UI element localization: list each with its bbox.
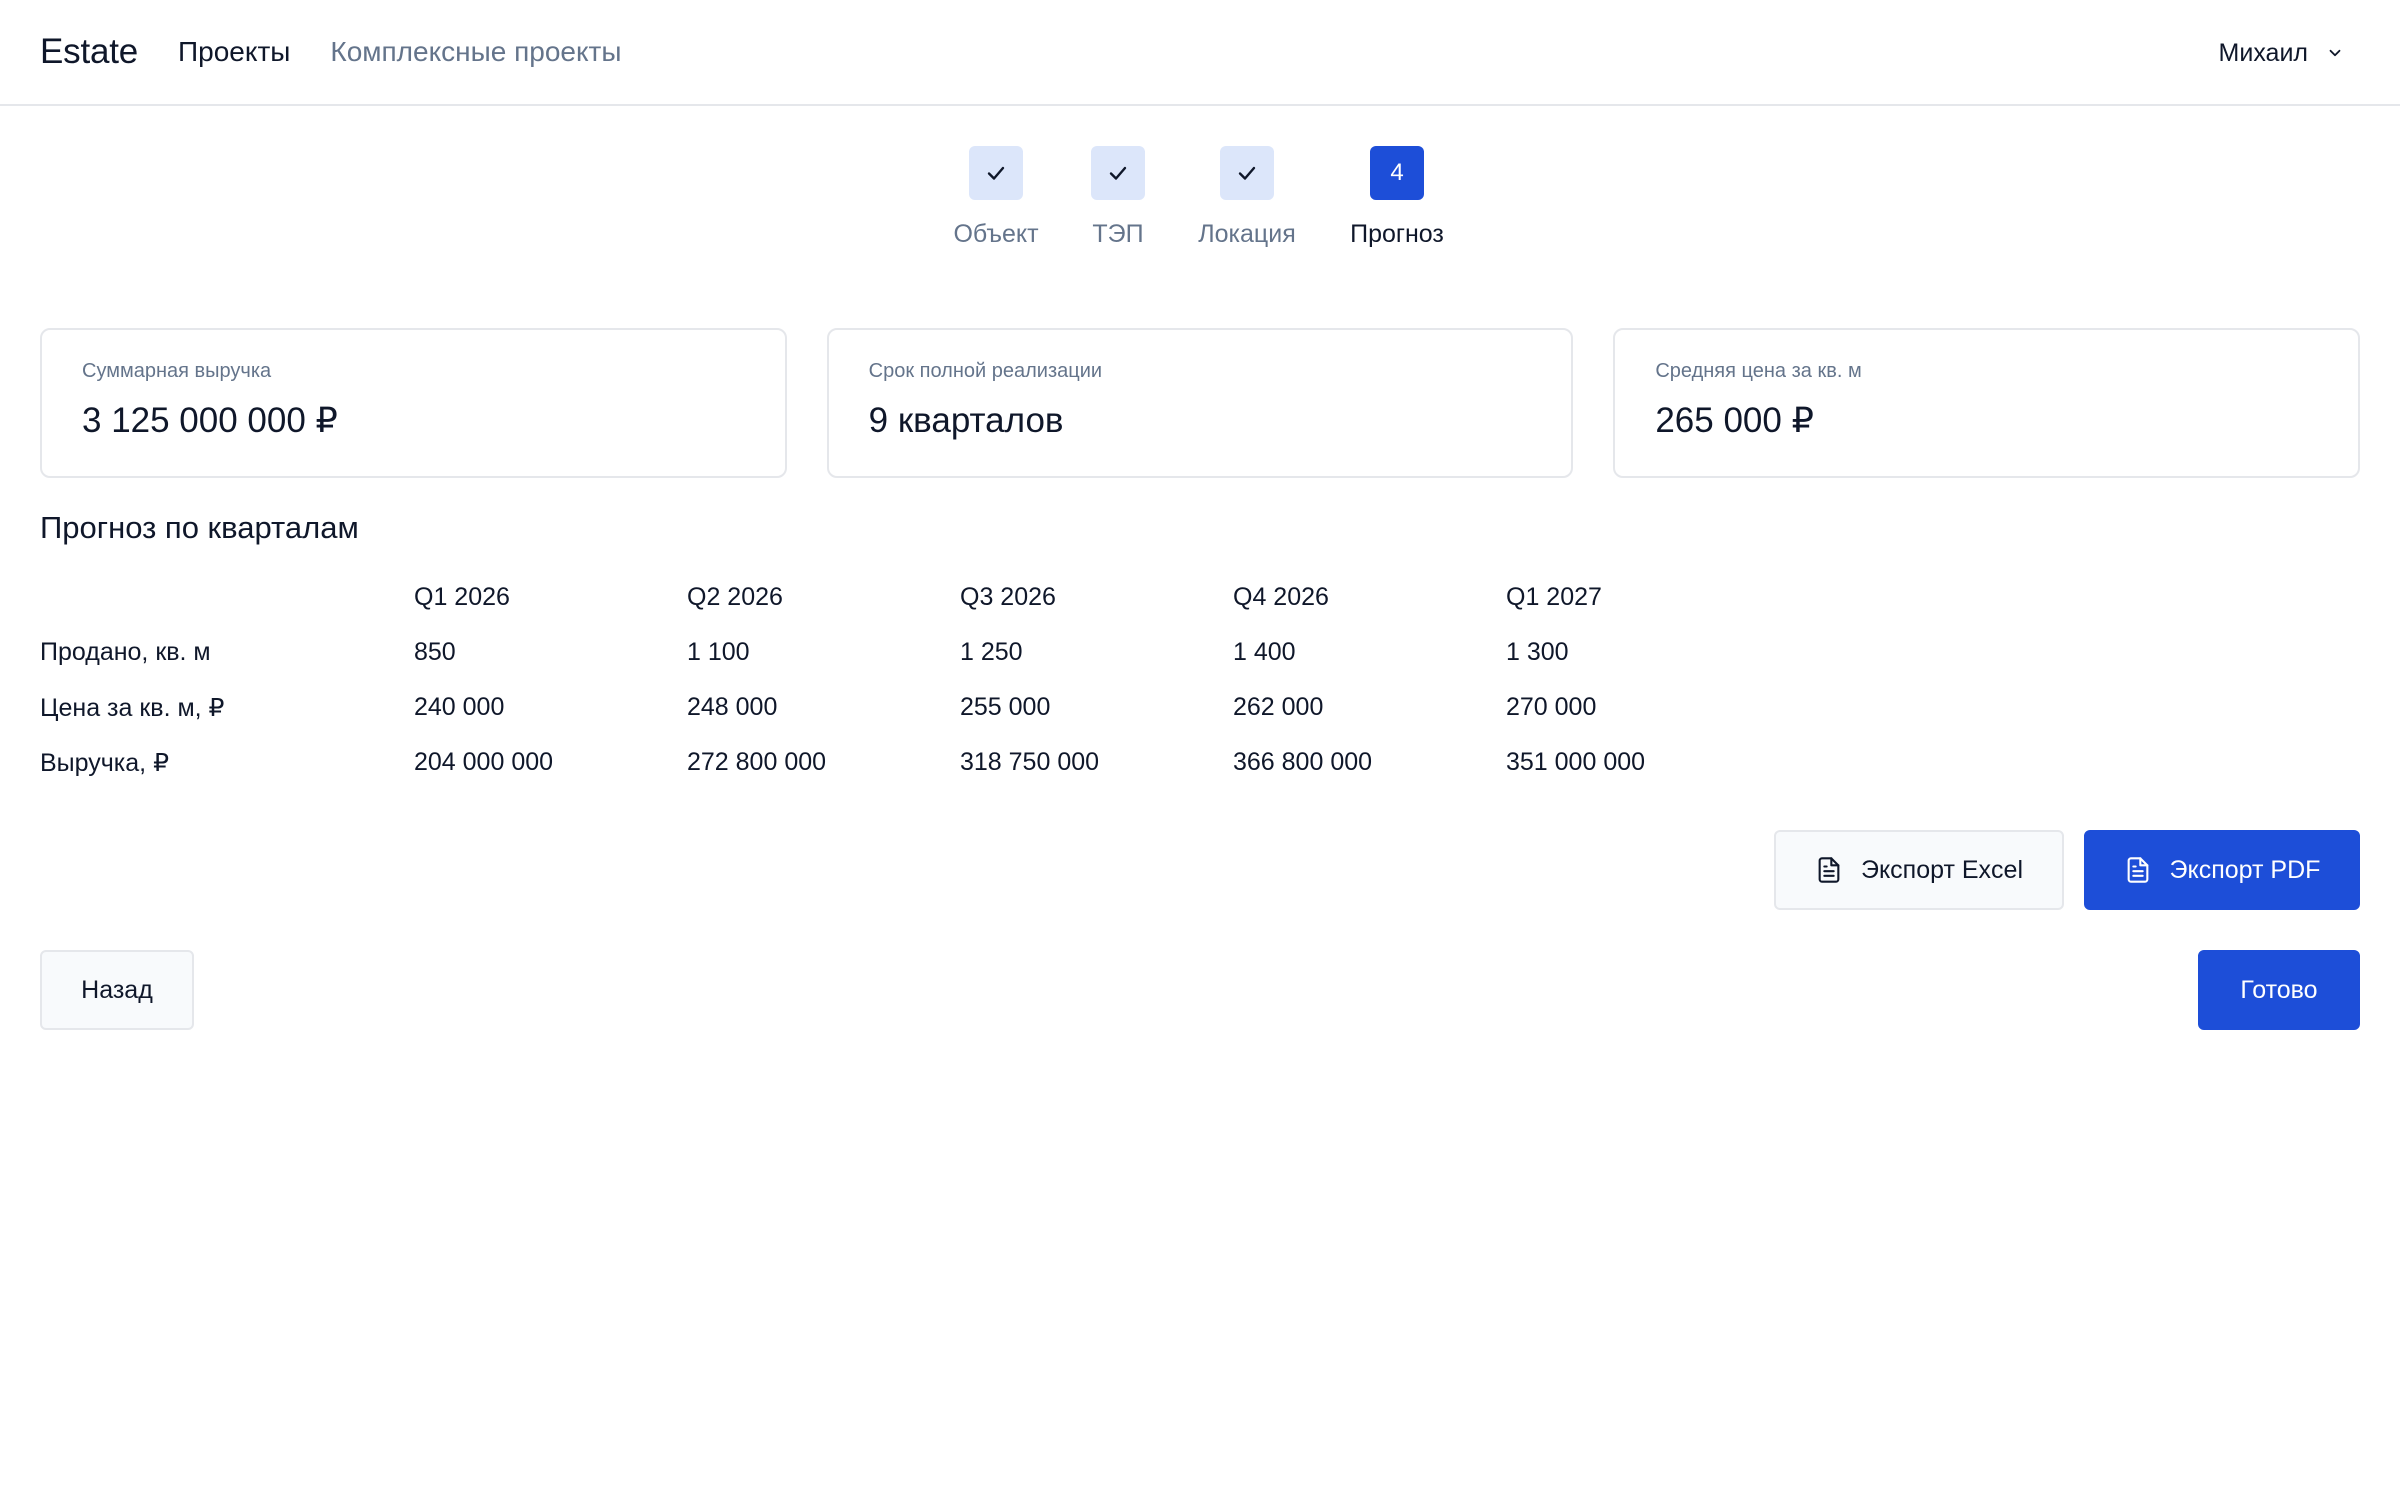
table-header-empty: [40, 570, 414, 625]
table-header-cell: Q4 2026: [1233, 583, 1329, 611]
table-row: Цена за кв. м, ₽ 240 000 248 000 255 000…: [40, 680, 1779, 735]
brand-logo[interactable]: Estate: [40, 32, 138, 72]
table-cell: 351 000 000: [1506, 748, 1646, 776]
table-cell: 366 800 000: [1233, 748, 1373, 776]
chevron-down-icon: [2329, 49, 2341, 57]
stat-label: Суммарная выручка: [82, 360, 272, 382]
table-header-row: Q1 2026 Q2 2026 Q3 2026 Q4 2026 Q1 2027: [40, 570, 1779, 625]
step-tep-box: [1091, 146, 1145, 200]
step-object-label: Объект: [953, 220, 1039, 248]
table-cell: 262 000: [1233, 693, 1324, 721]
app-header: Estate Проекты Комплексные проекты Михаи…: [0, 0, 2400, 106]
section-title-forecast: Прогноз по кварталам: [40, 510, 359, 545]
step-location-label: Локация: [1198, 220, 1296, 248]
table-cell: 850: [414, 638, 456, 666]
table-cell: 1 400: [1233, 638, 1296, 666]
stat-value: 265 000 ₽: [1655, 401, 1814, 440]
stat-label: Срок полной реализации: [868, 360, 1103, 382]
done-button-label: Готово: [2240, 975, 2318, 1004]
user-name: Михаил: [2218, 38, 2308, 67]
export-excel-label: Экспорт Excel: [1860, 855, 2023, 884]
user-menu[interactable]: Михаил: [2219, 0, 2344, 106]
summary-cards: Суммарная выручка 3 125 000 000 ₽ Срок п…: [40, 328, 2361, 478]
table-cell: 1 300: [1506, 638, 1569, 666]
stat-value: 9 кварталов: [868, 401, 1064, 440]
table-cell: 318 750 000: [960, 748, 1100, 776]
export-pdf-button[interactable]: Экспорт PDF: [2084, 830, 2360, 910]
file-text-icon: [2127, 857, 2148, 883]
back-button[interactable]: Назад: [40, 950, 194, 1030]
nav-link-complex-projects[interactable]: Комплексные проекты: [330, 36, 621, 68]
forecast-table: Q1 2026 Q2 2026 Q3 2026 Q4 2026 Q1 2027 …: [40, 570, 1779, 790]
export-pdf-label: Экспорт PDF: [2169, 855, 2321, 884]
stat-label: Средняя цена за кв. м: [1655, 360, 1862, 382]
check-icon: [1109, 166, 1127, 180]
table-cell: 270 000: [1506, 693, 1597, 721]
stat-value: 3 125 000 000 ₽: [82, 401, 338, 440]
file-text-icon: [1818, 857, 1840, 883]
step-tep[interactable]: ТЭП: [1080, 146, 1156, 249]
step-object[interactable]: Объект: [953, 146, 1039, 249]
row-label: Продано, кв. м: [40, 638, 211, 666]
stat-card-full-sale-term: Срок полной реализации 9 кварталов: [826, 328, 1574, 478]
back-button-label: Назад: [81, 975, 153, 1004]
table-cell: 204 000 000: [414, 748, 554, 776]
export-excel-button[interactable]: Экспорт Excel: [1774, 830, 2064, 910]
step-forecast-label: Прогноз: [1350, 220, 1444, 248]
done-button[interactable]: Готово: [2198, 950, 2360, 1030]
table-cell: 240 000: [414, 693, 505, 721]
table-cell: 248 000: [687, 693, 778, 721]
table-cell: 255 000: [960, 693, 1051, 721]
check-icon: [987, 166, 1005, 180]
table-header-cell: Q3 2026: [960, 583, 1056, 611]
table-header-cell: Q2 2026: [687, 583, 783, 611]
step-forecast[interactable]: 4 Прогноз: [1347, 146, 1447, 249]
nav-link-projects[interactable]: Проекты: [178, 36, 290, 68]
table-cell: 272 800 000: [687, 748, 827, 776]
table-row: Выручка, ₽ 204 000 000 272 800 000 318 7…: [40, 735, 1779, 790]
check-icon: [1238, 166, 1256, 180]
table-header-cell: Q1 2027: [1506, 583, 1602, 611]
row-label: Выручка, ₽: [40, 748, 169, 777]
step-tep-label: ТЭП: [1092, 220, 1144, 248]
step-location[interactable]: Локация: [1197, 146, 1297, 249]
table-row: Продано, кв. м 850 1 100 1 250 1 400 1 3…: [40, 625, 1779, 680]
row-label: Цена за кв. м, ₽: [40, 693, 225, 722]
step-object-box: [969, 146, 1023, 200]
stat-card-avg-price: Средняя цена за кв. м 265 000 ₽: [1613, 328, 2361, 478]
table-cell: 1 100: [687, 638, 750, 666]
table-cell: 1 250: [960, 638, 1023, 666]
table-header-cell: Q1 2026: [414, 583, 510, 611]
stat-card-total-revenue: Суммарная выручка 3 125 000 000 ₽: [40, 328, 787, 478]
step-forecast-box: 4: [1370, 146, 1424, 200]
wizard-stepper: Объект ТЭП Локация 4 Прогноз: [0, 146, 2400, 256]
step-location-box: [1220, 146, 1274, 200]
